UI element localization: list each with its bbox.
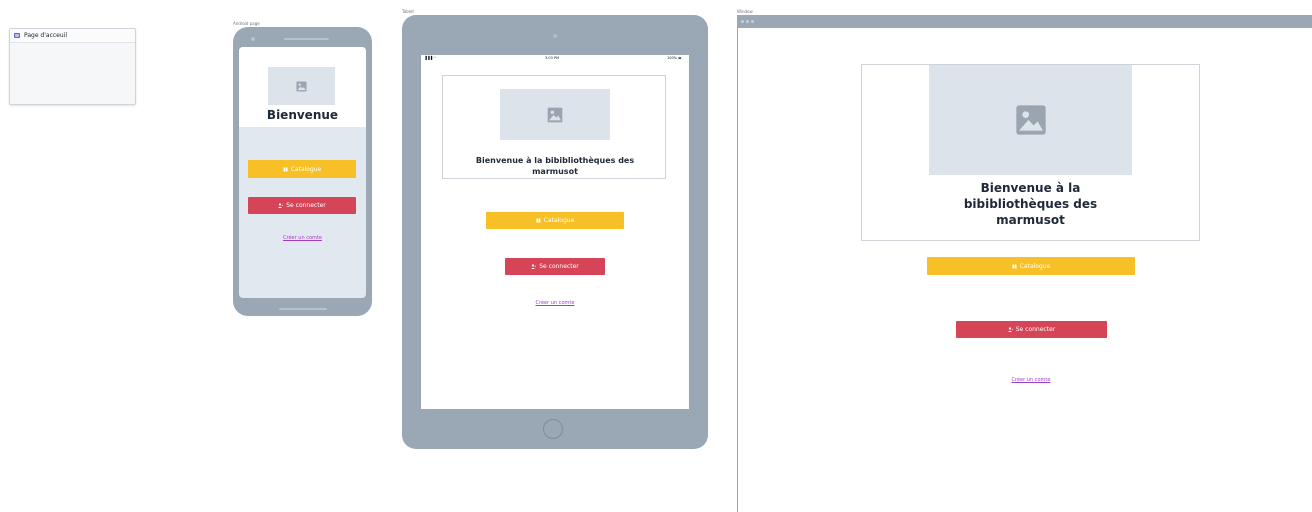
page-icon xyxy=(14,33,20,38)
window-hero-card: Bienvenue à la bibibliothèques des marmu… xyxy=(861,64,1200,241)
phone-hero-image xyxy=(268,67,335,105)
tablet-time-status: 3:03 PM xyxy=(545,56,560,60)
window-close-dot[interactable] xyxy=(741,20,744,23)
phone-screen: Bienvenue Catalogue Se connecter Créer u… xyxy=(239,47,366,298)
tablet-login-button[interactable]: Se connecter xyxy=(505,258,605,275)
image-icon xyxy=(1015,105,1046,135)
phone-login-label: Se connecter xyxy=(286,202,326,209)
window-signup-link[interactable]: Créer un comte xyxy=(931,377,1131,383)
tablet-frame: ▐▐▐ ◠ 3:03 PM 100% ▬ Bienvenue à la bibi… xyxy=(402,15,708,449)
user-icon xyxy=(1007,327,1013,332)
tablet-hero-image xyxy=(500,89,610,140)
window-titlebar xyxy=(738,15,1312,28)
tablet-battery-status: 100% ▬ xyxy=(667,56,682,60)
tablet-hero-card: Bienvenue à la bibibliothèques des marmu… xyxy=(442,75,666,179)
image-icon xyxy=(547,107,563,122)
window-frame-label: Window xyxy=(737,9,753,14)
image-icon xyxy=(296,80,307,92)
user-icon xyxy=(531,264,537,269)
user-icon xyxy=(278,203,284,208)
window-catalogue-label: Catalogue xyxy=(1019,262,1051,270)
window-minimize-dot[interactable] xyxy=(746,20,749,23)
window-catalogue-button[interactable]: Catalogue xyxy=(927,257,1135,275)
tablet-catalogue-button[interactable]: Catalogue xyxy=(486,212,624,229)
window-title: Bienvenue à la bibibliothèques des marmu… xyxy=(963,181,1098,227)
phone-hero: Bienvenue xyxy=(239,47,366,127)
window-frame: Bienvenue à la bibibliothèques des marmu… xyxy=(737,15,1312,512)
tablet-home-button xyxy=(543,419,563,439)
tablet-login-label: Se connecter xyxy=(539,263,579,270)
tablet-frame-label: Tablet xyxy=(402,9,414,14)
phone-signup-link[interactable]: Créer un comte xyxy=(239,235,366,241)
window-hero-image xyxy=(929,65,1132,175)
tablet-camera xyxy=(553,34,557,38)
page-card[interactable]: Page d'acceuil xyxy=(9,28,136,105)
phone-speaker xyxy=(284,38,329,40)
book-icon xyxy=(536,218,541,223)
window-maximize-dot[interactable] xyxy=(751,20,754,23)
phone-home-bar xyxy=(279,308,327,310)
tablet-screen: ▐▐▐ ◠ 3:03 PM 100% ▬ Bienvenue à la bibi… xyxy=(421,55,689,409)
tablet-signup-link[interactable]: Créer un comte xyxy=(421,300,689,306)
phone-camera xyxy=(251,37,255,41)
phone-catalogue-label: Catalogue xyxy=(290,165,322,173)
phone-frame-label: Android page xyxy=(233,21,260,26)
phone-login-button[interactable]: Se connecter xyxy=(248,197,356,214)
phone-catalogue-button[interactable]: Catalogue xyxy=(248,160,356,178)
page-card-header: Page d'acceuil xyxy=(10,29,135,43)
phone-frame: Bienvenue Catalogue Se connecter Créer u… xyxy=(233,27,372,316)
phone-title: Bienvenue xyxy=(266,108,339,122)
tablet-title: Bienvenue à la bibibliothèques des marmu… xyxy=(475,156,635,176)
page-card-label: Page d'acceuil xyxy=(24,32,67,39)
tablet-catalogue-label: Catalogue xyxy=(543,217,575,224)
window-login-label: Se connecter xyxy=(1015,326,1056,333)
book-icon xyxy=(1012,264,1017,268)
tablet-signal-status: ▐▐▐ ◠ xyxy=(424,56,437,60)
window-login-button[interactable]: Se connecter xyxy=(956,321,1107,338)
book-icon xyxy=(283,167,288,171)
